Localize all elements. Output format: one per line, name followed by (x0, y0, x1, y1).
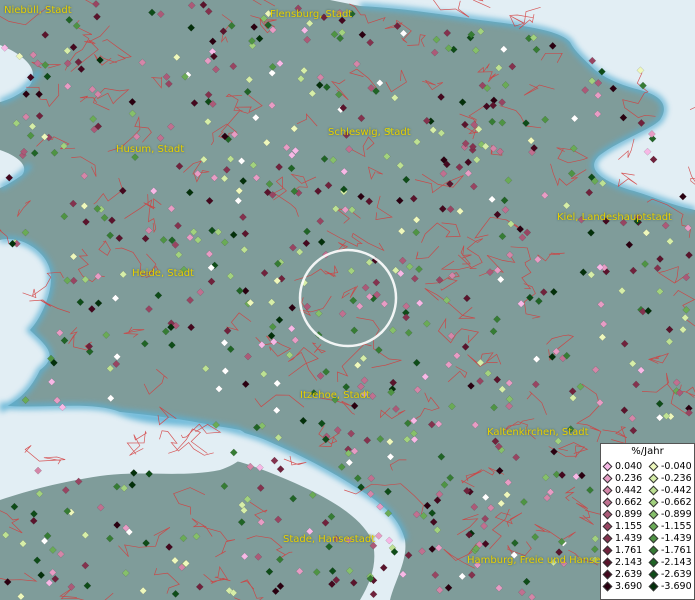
legend-item: -0.899 (647, 508, 692, 520)
diamond-icon (648, 521, 659, 531)
legend-item: 0.442 (601, 484, 642, 496)
legend-item: -1.761 (647, 544, 692, 556)
city-label-heide: Heide, Stadt (132, 268, 194, 279)
legend-item: -2.143 (647, 556, 692, 568)
legend-item: 2.639 (601, 568, 642, 580)
legend-item: -1.155 (647, 520, 692, 532)
legend-item: -3.690 (647, 580, 692, 592)
diamond-icon (648, 497, 659, 507)
diamond-icon (648, 557, 659, 567)
diamond-icon (602, 497, 613, 507)
legend-item: 1.155 (601, 520, 642, 532)
map-view[interactable]: Niebüll, Stadt Flensburg, Stadt Husum, S… (0, 0, 695, 600)
diamond-icon (602, 569, 613, 579)
legend-item: -0.442 (647, 484, 692, 496)
diamond-icon (648, 569, 659, 579)
diamond-icon (602, 521, 613, 531)
legend-item: 3.690 (601, 580, 642, 592)
diamond-icon (602, 557, 613, 567)
diamond-icon (648, 485, 659, 495)
diamond-icon (602, 473, 613, 483)
city-label-niebull: Niebüll, Stadt (4, 5, 72, 16)
city-label-stade: Stade, Hansestadt (283, 534, 376, 545)
legend-item: 2.143 (601, 556, 642, 568)
legend-positive-column: 0.040 0.236 0.442 0.662 0.899 1.155 1.43… (601, 460, 642, 592)
legend-item: -2.639 (647, 568, 692, 580)
diamond-icon (648, 533, 659, 543)
diamond-icon (648, 545, 659, 555)
city-label-schleswig: Schleswig, Stadt (328, 127, 411, 138)
legend-title: %/Jahr (631, 446, 664, 457)
diamond-icon (648, 581, 659, 591)
diamond-icon (602, 545, 613, 555)
diamond-icon (602, 485, 613, 495)
legend-item: 1.439 (601, 532, 642, 544)
diamond-icon (602, 581, 613, 591)
legend-item: 0.236 (601, 472, 642, 484)
legend-item: -0.662 (647, 496, 692, 508)
diamond-icon (602, 509, 613, 519)
city-label-flensburg: Flensburg, Stadt (270, 9, 353, 20)
diamond-icon (648, 473, 659, 483)
city-label-kiel: Kiel, Landeshauptstadt (557, 212, 672, 223)
legend-item: 0.899 (601, 508, 642, 520)
legend-item: 0.040 (601, 460, 642, 472)
city-label-itzehoe: Itzehoe, Stadt (300, 390, 370, 401)
diamond-icon (602, 461, 613, 471)
city-label-husum: Husum, Stadt (116, 144, 185, 155)
legend-negative-column: -0.040 -0.236 -0.442 -0.662 -0.899 -1.15… (647, 460, 692, 592)
diamond-icon (648, 461, 659, 471)
map-legend: %/Jahr 0.040 0.236 0.442 0.662 0.899 1.1… (600, 443, 695, 600)
legend-item: -1.439 (647, 532, 692, 544)
diamond-icon (602, 533, 613, 543)
diamond-icon (648, 509, 659, 519)
map-base (0, 0, 695, 600)
legend-item: 1.761 (601, 544, 642, 556)
legend-item: 0.662 (601, 496, 642, 508)
city-label-hamburg: Hamburg, Freie und Hanse (467, 555, 601, 566)
city-label-kaltenkirchen: Kaltenkirchen, Stadt (487, 427, 589, 438)
legend-item: -0.040 (647, 460, 692, 472)
legend-item: -0.236 (647, 472, 692, 484)
